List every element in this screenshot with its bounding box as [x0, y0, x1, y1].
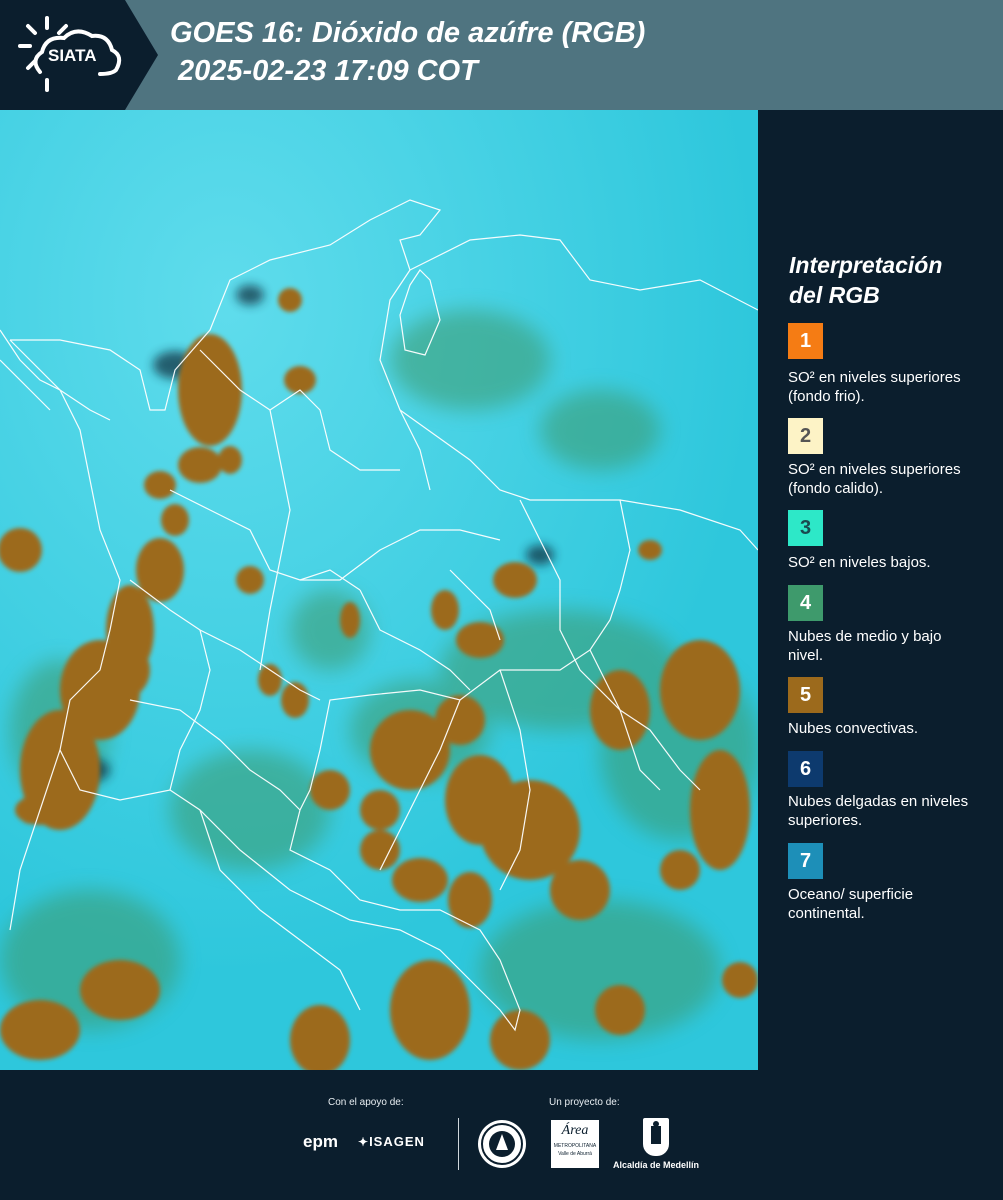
- area-metro-sub: METROPOLITANA: [553, 1143, 597, 1149]
- isagen-icon: ✦: [358, 1135, 370, 1149]
- legend-label-4: Nubes de medio y bajo nivel.: [788, 628, 942, 664]
- medellin-seal: [478, 1120, 526, 1168]
- legend-swatch-5: 5: [788, 677, 823, 713]
- logo-text: SIATA: [48, 46, 97, 65]
- legend-label-3: SO² en niveles bajos.: [788, 554, 931, 571]
- alcaldia-label: Alcaldía de Medellín: [613, 1160, 700, 1170]
- legend-swatch-1: 1: [788, 323, 823, 359]
- area-metro-title: Área: [561, 1123, 589, 1138]
- legend-swatch-7: 7: [788, 843, 823, 879]
- isagen-label: ISAGEN: [369, 1134, 425, 1149]
- siata-logo: SIATA: [0, 0, 160, 110]
- area-metro-sub2: Valle de Aburrá: [558, 1151, 592, 1157]
- footer-divider: [458, 1118, 459, 1170]
- epm-logo: epm: [303, 1132, 338, 1151]
- alcaldia-shield-icon: [643, 1118, 669, 1156]
- legend-label-1: SO² en niveles superiores (fondo frio).: [788, 369, 961, 405]
- legend-title: Interpretación del RGB: [789, 250, 989, 310]
- legend-label-6: Nubes delgadas en niveles superiores.: [788, 793, 969, 829]
- legend-panel: Interpretación del RGB 1 SO² en niveles …: [758, 110, 1003, 1070]
- legend-label-7: Oceano/ superficie continental.: [788, 886, 914, 922]
- project-label: Un proyecto de:: [549, 1097, 620, 1108]
- satellite-image: [0, 110, 758, 1070]
- legend-title-line-2: del RGB: [789, 282, 880, 308]
- area-metropolitana-logo: Área METROPOLITANA Valle de Aburrá: [551, 1120, 599, 1168]
- legend-swatch-2: 2: [788, 418, 823, 454]
- timestamp: 2025-02-23 17:09 COT: [178, 55, 478, 87]
- legend-label-5: Nubes convectivas.: [788, 720, 919, 737]
- header: SIATA GOES 16: Dióxido de azúfre (RGB) 2…: [0, 0, 1003, 110]
- page-title: GOES 16: Dióxido de azúfre (RGB): [170, 17, 646, 49]
- legend-swatch-3: 3: [788, 510, 823, 546]
- legend-swatch-4: 4: [788, 585, 823, 621]
- legend-title-line-1: Interpretación: [789, 252, 943, 278]
- support-label: Con el apoyo de:: [328, 1097, 404, 1108]
- satellite-map: [0, 110, 758, 1070]
- isagen-logo: ✦ISAGEN: [358, 1134, 425, 1149]
- footer: Con el apoyo de: Un proyecto de: epm ✦IS…: [0, 1070, 1003, 1200]
- legend-label-2: SO² en niveles superiores (fondo calido)…: [788, 461, 961, 497]
- legend-swatch-6: 6: [788, 751, 823, 787]
